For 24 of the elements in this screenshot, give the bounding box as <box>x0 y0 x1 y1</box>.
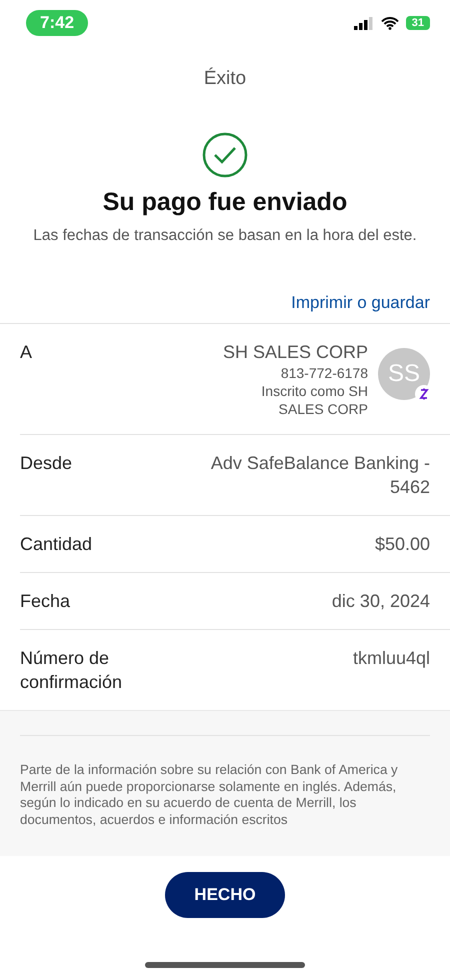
detail-value: dic 30, 2024 <box>332 590 430 613</box>
disclaimer-text: Parte de la información sobre su relación con Bank of America y Merrill aún puede proporcionarse solamente en inglés. Además, según lo indicado en su acuerdo de cuenta de Merrill, los documentos, acuerdos e información escritos <box>20 762 399 828</box>
time-zone-note: Las fechas de transacción se basan en la hora del este. <box>32 226 418 246</box>
done-button[interactable]: HECHO <box>165 872 285 918</box>
signal-icon <box>354 16 374 30</box>
enrolled-name: Inscrito como SH SALES CORP <box>260 382 368 418</box>
recipient-phone: 813-772-6178 <box>280 364 368 382</box>
detail-label: Fecha <box>20 590 72 613</box>
success-heading: Su pago fue enviado <box>102 188 348 217</box>
detail-value: tkmluu4ql <box>352 647 430 670</box>
detail-label: Número de confirmación <box>20 647 124 694</box>
page-title: Éxito <box>202 68 248 90</box>
detail-label: Cantidad <box>20 533 94 556</box>
detail-label: Desde <box>20 452 74 475</box>
wifi-icon <box>380 16 399 30</box>
detail-value: $50.00 <box>374 533 430 556</box>
status-time: 7:42 <box>26 10 88 36</box>
avatar: SS <box>378 348 430 400</box>
detail-value: Adv SafeBalance Banking - 5462 <box>210 452 430 499</box>
battery-icon: 31 <box>406 16 430 30</box>
check-circle-icon <box>202 132 248 178</box>
recipient-name: SH SALES CORP <box>222 341 368 364</box>
detail-label: A <box>20 341 34 364</box>
print-link[interactable]: Imprimir o guardar <box>291 293 430 313</box>
